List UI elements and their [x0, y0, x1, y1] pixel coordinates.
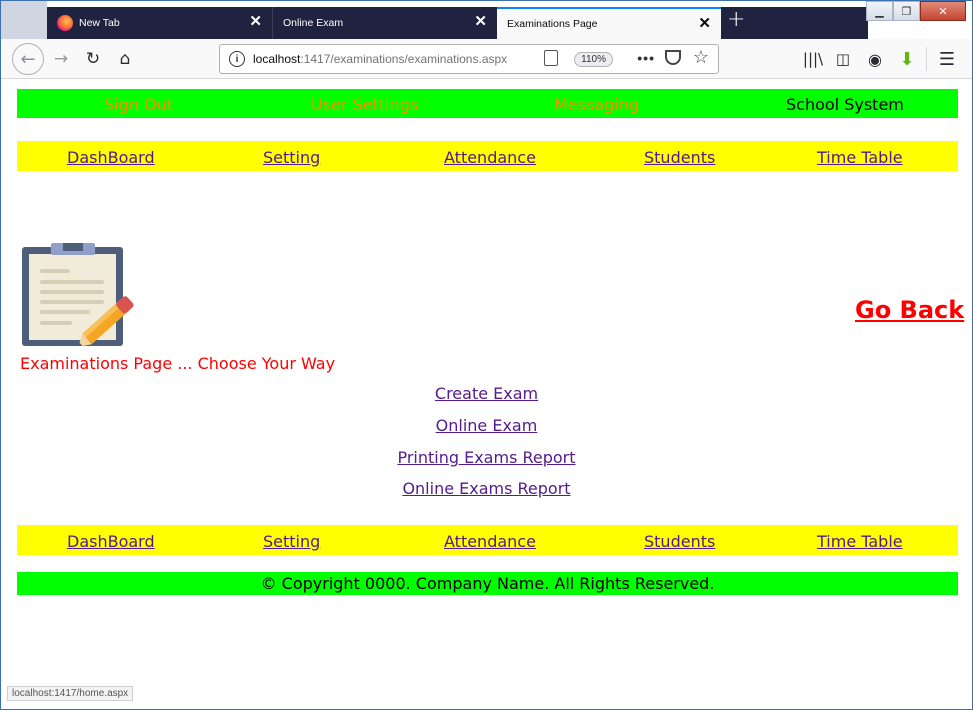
new-tab-icon[interactable]: +: [727, 9, 745, 31]
bookmark-star-icon[interactable]: ☆: [693, 47, 709, 68]
home-icon[interactable]: ⌂: [113, 47, 137, 71]
close-icon[interactable]: ✕: [249, 13, 262, 31]
tab-label: Online Exam: [283, 17, 344, 29]
page-content: Sign Out User Settings Messaging School …: [1, 80, 972, 709]
messaging-link[interactable]: Messaging: [554, 95, 639, 114]
tab-online-exam[interactable]: Online Exam ✕: [272, 7, 497, 39]
window-controls: ▁ ❐ ✕: [866, 1, 966, 23]
forward-arrow-icon[interactable]: →: [49, 47, 73, 71]
info-icon[interactable]: i: [229, 51, 245, 67]
menu-setting-link[interactable]: Setting: [263, 532, 320, 551]
back-arrow-icon[interactable]: ←: [12, 43, 44, 75]
tab-new-tab[interactable]: New Tab ✕: [47, 7, 272, 39]
menu-attendance-link[interactable]: Attendance: [444, 148, 536, 167]
tab-examinations-page[interactable]: Examinations Page ✕: [497, 7, 721, 39]
user-settings-link[interactable]: User Settings: [311, 95, 418, 114]
download-icon[interactable]: ⬇: [895, 47, 919, 71]
library-icon[interactable]: |||\: [801, 47, 825, 71]
tab-strip-gutter: [1, 1, 47, 39]
menu-dashboard-link[interactable]: DashBoard: [67, 148, 155, 167]
create-exam-link[interactable]: Create Exam: [435, 384, 538, 403]
choice-row: Create Exam: [1, 384, 972, 403]
url-path: :1417/examinations/examinations.aspx: [300, 52, 508, 66]
menu-icon[interactable]: ☰: [935, 47, 959, 71]
reload-icon[interactable]: ↻: [81, 47, 105, 71]
go-back-link[interactable]: Go Back: [855, 296, 964, 324]
menu-timetable-link[interactable]: Time Table: [817, 148, 903, 167]
sign-out-link[interactable]: Sign Out: [104, 95, 173, 114]
tab-strip: New Tab ✕ Online Exam ✕ Examinations Pag…: [1, 1, 972, 39]
navigation-toolbar: ← → ↻ ⌂ i localhost :1417/examinations/e…: [1, 39, 972, 79]
top-yellow-menu: DashBoard Setting Attendance Students Ti…: [17, 141, 958, 171]
maximize-icon[interactable]: ❐: [893, 1, 920, 21]
footer-copyright: © Copyright 0000. Company Name. All Righ…: [17, 572, 958, 595]
browser-window: New Tab ✕ Online Exam ✕ Examinations Pag…: [0, 0, 973, 710]
account-icon[interactable]: ◉: [863, 47, 887, 71]
choice-row: Online Exam: [1, 416, 972, 435]
tab-label: New Tab: [79, 17, 120, 29]
minimize-icon[interactable]: ▁: [866, 1, 893, 21]
page-heading: Examinations Page ... Choose Your Way: [20, 354, 336, 373]
tab-label: Examinations Page: [507, 18, 598, 30]
clipboard-icon: [22, 243, 134, 346]
zoom-level-badge[interactable]: 110%: [574, 52, 613, 67]
menu-students-link[interactable]: Students: [644, 148, 715, 167]
menu-setting-link[interactable]: Setting: [263, 148, 320, 167]
url-host: localhost: [253, 52, 301, 66]
menu-timetable-link[interactable]: Time Table: [817, 532, 903, 551]
firefox-icon: [57, 15, 73, 31]
menu-dashboard-link[interactable]: DashBoard: [67, 532, 155, 551]
online-exams-report-link[interactable]: Online Exams Report: [402, 479, 570, 498]
choice-row: Printing Exams Report: [1, 448, 972, 467]
close-icon[interactable]: ✕: [698, 15, 711, 33]
online-exam-link[interactable]: Online Exam: [436, 416, 538, 435]
reader-view-icon[interactable]: [544, 50, 558, 66]
menu-students-link[interactable]: Students: [644, 532, 715, 551]
choice-row: Online Exams Report: [1, 479, 972, 498]
toolbar-divider: [926, 47, 927, 71]
menu-attendance-link[interactable]: Attendance: [444, 532, 536, 551]
sidebar-icon[interactable]: ◫: [831, 47, 855, 71]
bottom-yellow-menu: DashBoard Setting Attendance Students Ti…: [17, 525, 958, 555]
more-actions-icon[interactable]: •••: [637, 50, 655, 66]
status-url: localhost:1417/home.aspx: [7, 686, 134, 701]
printing-exams-report-link[interactable]: Printing Exams Report: [397, 448, 575, 467]
top-green-bar: Sign Out User Settings Messaging School …: [17, 89, 958, 118]
brand-title: School System: [786, 95, 904, 114]
close-icon[interactable]: ✕: [474, 13, 487, 31]
url-bar[interactable]: i localhost :1417/examinations/examinati…: [219, 44, 719, 74]
pocket-icon[interactable]: [665, 50, 681, 65]
window-close-icon[interactable]: ✕: [920, 1, 966, 21]
